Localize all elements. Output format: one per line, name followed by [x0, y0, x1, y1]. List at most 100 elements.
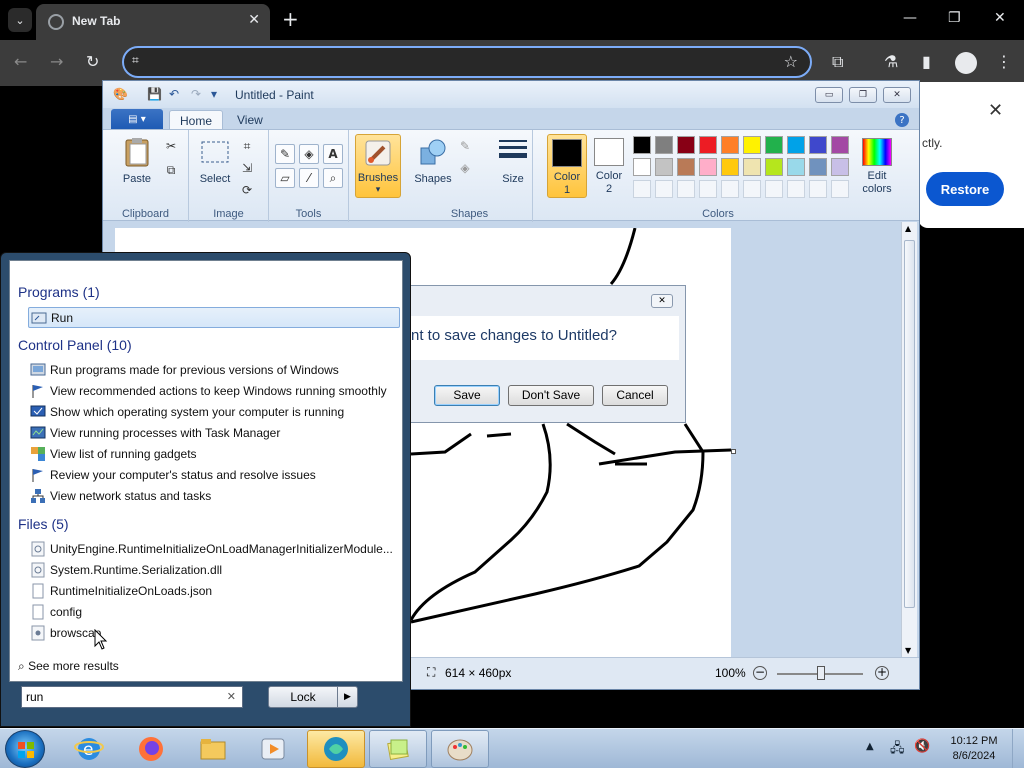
- palette-color-swatch[interactable]: [677, 158, 695, 176]
- lock-button[interactable]: Lock: [268, 686, 338, 708]
- start-search-box[interactable]: ✕: [21, 686, 243, 708]
- control-panel-item[interactable]: Run programs made for previous versions …: [28, 360, 400, 381]
- palette-color-swatch[interactable]: [677, 136, 695, 154]
- outline-icon[interactable]: ✎: [455, 136, 475, 156]
- help-icon[interactable]: ?: [895, 113, 909, 127]
- taskbar-media-player[interactable]: [244, 730, 302, 768]
- see-more-results-link[interactable]: ⌕ See more results: [18, 659, 119, 674]
- color1-button[interactable]: Color 1: [547, 134, 587, 198]
- control-panel-item[interactable]: View recommended actions to keep Windows…: [28, 381, 400, 402]
- palette-empty-swatch[interactable]: [721, 180, 739, 198]
- eraser-icon[interactable]: ▱: [275, 168, 295, 188]
- palette-color-swatch[interactable]: [633, 158, 651, 176]
- menu-dots-icon[interactable]: ⋮: [996, 52, 1012, 71]
- paint-app-icon[interactable]: 🎨: [113, 87, 128, 101]
- palette-color-swatch[interactable]: [743, 136, 761, 154]
- search-input[interactable]: [26, 689, 216, 705]
- palette-empty-swatch[interactable]: [743, 180, 761, 198]
- palette-color-swatch[interactable]: [787, 136, 805, 154]
- text-icon[interactable]: A: [323, 144, 343, 164]
- dialog-close-icon[interactable]: ✕: [651, 294, 673, 308]
- show-hidden-icons[interactable]: ▲: [866, 741, 874, 752]
- address-bar[interactable]: ⌗ ☆: [122, 46, 812, 78]
- clock[interactable]: 10:12 PM 8/6/2024: [946, 734, 1002, 764]
- palette-color-swatch[interactable]: [831, 136, 849, 154]
- taskbar-active-app[interactable]: [307, 730, 365, 768]
- network-tray-icon[interactable]: 🖧: [890, 739, 905, 761]
- palette-color-swatch[interactable]: [765, 158, 783, 176]
- paint-restore-icon[interactable]: ❐: [849, 87, 877, 103]
- close-icon[interactable]: ✕: [988, 100, 1003, 121]
- site-info-icon[interactable]: ⌗: [132, 53, 139, 68]
- close-tab-icon[interactable]: ✕: [248, 12, 260, 28]
- scroll-thumb[interactable]: [904, 240, 915, 608]
- palette-color-swatch[interactable]: [809, 136, 827, 154]
- vertical-scrollbar[interactable]: ▲ ▼: [901, 222, 917, 657]
- zoom-slider-thumb[interactable]: [817, 666, 825, 680]
- resize-icon[interactable]: ⇲: [237, 158, 257, 178]
- palette-color-swatch[interactable]: [831, 158, 849, 176]
- paste-button[interactable]: Paste: [117, 136, 157, 185]
- extensions-icon[interactable]: ⧉: [832, 52, 843, 72]
- control-panel-item[interactable]: View list of running gadgets: [28, 444, 400, 465]
- redo-icon[interactable]: ↷: [191, 87, 205, 101]
- tab-search-button[interactable]: ⌄: [8, 8, 32, 32]
- programs-header[interactable]: Programs (1): [18, 284, 100, 300]
- palette-color-swatch[interactable]: [655, 136, 673, 154]
- palette-color-swatch[interactable]: [699, 136, 717, 154]
- side-panel-icon[interactable]: ▮: [922, 52, 931, 71]
- taskbar-sticky-notes[interactable]: [369, 730, 427, 768]
- save-icon[interactable]: 💾: [147, 87, 162, 101]
- file-item[interactable]: browscap: [28, 623, 400, 644]
- palette-color-swatch[interactable]: [743, 158, 761, 176]
- paint-minimize-icon[interactable]: ▭: [815, 87, 843, 103]
- volume-muted-icon[interactable]: 🔇: [914, 739, 930, 754]
- paint-close-icon[interactable]: ✕: [883, 87, 911, 103]
- close-window-icon[interactable]: ✕: [994, 10, 1006, 26]
- cancel-button[interactable]: Cancel: [602, 385, 668, 406]
- save-button[interactable]: Save: [434, 385, 500, 406]
- control-panel-item[interactable]: View running processes with Task Manager: [28, 423, 400, 444]
- undo-icon[interactable]: ↶: [169, 87, 183, 101]
- palette-empty-swatch[interactable]: [809, 180, 827, 198]
- crop-icon[interactable]: ⌗: [237, 136, 257, 156]
- palette-empty-swatch[interactable]: [765, 180, 783, 198]
- palette-empty-swatch[interactable]: [787, 180, 805, 198]
- palette-color-swatch[interactable]: [721, 136, 739, 154]
- control-panel-item[interactable]: Show which operating system your compute…: [28, 402, 400, 423]
- palette-color-swatch[interactable]: [765, 136, 783, 154]
- color2-button[interactable]: Color 2: [589, 134, 629, 198]
- taskbar-internet-explorer[interactable]: e: [60, 730, 118, 768]
- customize-qat-icon[interactable]: ▾: [211, 87, 225, 101]
- list-item-run[interactable]: Run: [28, 307, 400, 328]
- tab-view[interactable]: View: [227, 110, 273, 130]
- cut-icon[interactable]: ✂: [161, 136, 181, 156]
- shapes-button[interactable]: Shapes: [411, 136, 455, 185]
- copy-icon[interactable]: ⧉: [161, 160, 181, 180]
- file-item[interactable]: RuntimeInitializeOnLoads.json: [28, 581, 400, 602]
- tab-home[interactable]: Home: [169, 110, 224, 130]
- palette-color-swatch[interactable]: [699, 158, 717, 176]
- bookmark-star-icon[interactable]: ☆: [784, 52, 798, 71]
- power-options-arrow-icon[interactable]: ▶: [337, 686, 358, 708]
- scroll-up-icon[interactable]: ▲: [905, 224, 911, 233]
- color-picker-icon[interactable]: ⁄: [299, 168, 319, 188]
- control-panel-item[interactable]: Review your computer's status and resolv…: [28, 465, 400, 486]
- palette-color-swatch[interactable]: [633, 136, 651, 154]
- palette-empty-swatch[interactable]: [633, 180, 651, 198]
- edit-colors-button[interactable]: Edit colors: [857, 134, 897, 198]
- fill-shape-icon[interactable]: ◈: [455, 158, 475, 178]
- taskbar-paint[interactable]: [431, 730, 489, 768]
- palette-empty-swatch[interactable]: [677, 180, 695, 198]
- canvas-resize-handle[interactable]: [731, 449, 736, 454]
- minimize-icon[interactable]: —: [903, 10, 917, 26]
- start-button[interactable]: [5, 730, 45, 768]
- pencil-icon[interactable]: ✎: [275, 144, 295, 164]
- file-item[interactable]: System.Runtime.Serialization.dll: [28, 560, 400, 581]
- zoom-in-icon[interactable]: +: [875, 666, 889, 680]
- palette-empty-swatch[interactable]: [699, 180, 717, 198]
- taskbar-firefox[interactable]: [122, 730, 180, 768]
- labs-flask-icon[interactable]: ⚗: [884, 52, 898, 71]
- new-tab-button[interactable]: +: [282, 8, 299, 30]
- profile-avatar-icon[interactable]: [955, 52, 977, 74]
